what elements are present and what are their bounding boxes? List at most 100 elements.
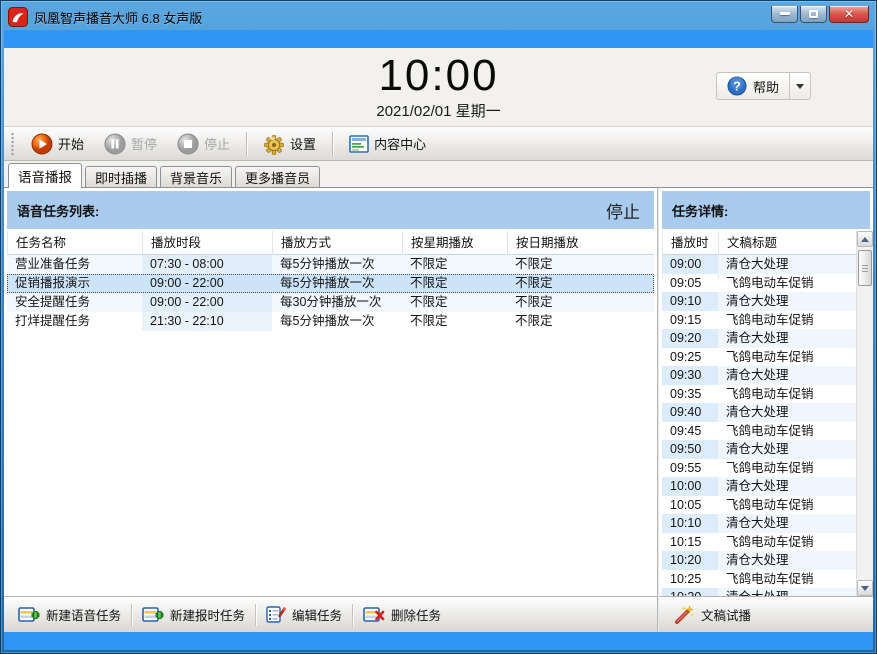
tab[interactable]: 背景音乐 (160, 166, 232, 187)
detail-row[interactable]: 09:05 飞鸽电动车促销 (662, 274, 856, 293)
task-detail-header: 任务详情: (662, 191, 870, 229)
new-time-task-button[interactable]: 新建报时任务 (134, 601, 253, 628)
task-row[interactable]: 营业准备任务 07:30 - 08:00 每5分钟播放一次 不限定 不限定 (7, 255, 654, 274)
detail-title-cell: 清仓大处理 (718, 551, 856, 570)
minimize-button[interactable] (771, 6, 798, 23)
new-voice-task-button[interactable]: 新建语音任务 (10, 601, 129, 628)
list-plus-icon (142, 607, 164, 623)
detail-row[interactable]: 09:30 清仓大处理 (662, 366, 856, 385)
detail-row[interactable]: 10:20 清仓大处理 (662, 551, 856, 570)
task-row[interactable]: 安全提醒任务 09:00 - 22:00 每30分钟播放一次 不限定 不限定 (7, 293, 654, 312)
task-row[interactable]: 打烊提醒任务 21:30 - 22:10 每5分钟播放一次 不限定 不限定 (7, 312, 654, 331)
stop-button[interactable]: 停止 (169, 130, 238, 158)
detail-row[interactable]: 09:25 飞鸽电动车促销 (662, 348, 856, 367)
detail-row[interactable]: 09:50 清仓大处理 (662, 440, 856, 459)
task-row[interactable]: 促销播报演示 09:00 - 22:00 每5分钟播放一次 不限定 不限定 (7, 274, 654, 293)
task-week-cell: 不限定 (402, 255, 507, 274)
detail-time-cell: 10:20 (662, 551, 718, 570)
detail-title-cell: 清仓大处理 (718, 403, 856, 422)
detail-time-cell: 09:40 (662, 403, 718, 422)
svg-text:?: ? (733, 80, 741, 94)
detail-title-cell: 清仓大处理 (718, 366, 856, 385)
task-mode-cell: 每30分钟播放一次 (272, 293, 402, 312)
maximize-icon (809, 10, 818, 18)
column-header[interactable]: 播放时段 (142, 231, 272, 255)
playback-status: 停止 (606, 198, 640, 223)
detail-row[interactable]: 09:10 清仓大处理 (662, 292, 856, 311)
start-label: 开始 (58, 134, 84, 153)
task-table-header: 任务名称播放时段播放方式按星期播放按日期播放 (7, 231, 654, 255)
detail-title-cell: 清仓大处理 (718, 292, 856, 311)
detail-row[interactable]: 10:00 清仓大处理 (662, 477, 856, 496)
column-header[interactable]: 按星期播放 (402, 231, 507, 255)
detail-row[interactable]: 10:05 飞鸽电动车促销 (662, 496, 856, 515)
clock-area: 10:00 2021/02/01 星期一 ? 帮助 (4, 48, 873, 127)
voice-task-panel: 语音任务列表: 停止 任务名称播放时段播放方式按星期播放按日期播放 营业准备任务… (4, 188, 658, 632)
toolbar-gripper[interactable] (10, 132, 15, 156)
column-header[interactable]: 任务名称 (7, 231, 142, 255)
clock-date: 2021/02/01 星期一 (4, 100, 873, 121)
detail-row[interactable]: 09:55 飞鸽电动车促销 (662, 459, 856, 478)
detail-time-cell: 10:10 (662, 514, 718, 533)
screen-document-icon (349, 135, 369, 153)
scroll-down-button[interactable] (857, 580, 873, 596)
detail-row[interactable]: 10:30 清仓大处理 (662, 588, 856, 596)
script-preview-button[interactable]: 文稿试播 (665, 601, 759, 629)
content-center-button[interactable]: 内容中心 (341, 131, 434, 156)
tab[interactable]: 更多播音员 (235, 166, 320, 187)
detail-row[interactable]: 09:00 清仓大处理 (662, 255, 856, 274)
detail-scrollbar[interactable] (856, 231, 873, 596)
detail-time-cell: 10:00 (662, 477, 718, 496)
detail-title-cell: 飞鸽电动车促销 (718, 311, 856, 330)
detail-time-cell: 10:25 (662, 570, 718, 589)
pause-button[interactable]: 暂停 (96, 130, 165, 158)
tab[interactable]: 语音播报 (8, 163, 82, 188)
detail-actions-toolbar: 文稿试播 (659, 596, 873, 632)
scroll-up-button[interactable] (857, 231, 873, 247)
detail-row[interactable]: 09:20 清仓大处理 (662, 329, 856, 348)
detail-row[interactable]: 09:40 清仓大处理 (662, 403, 856, 422)
minimize-icon (780, 12, 790, 15)
delete-task-button[interactable]: 删除任务 (355, 601, 449, 628)
arrow-down-icon (861, 586, 869, 591)
detail-row[interactable]: 09:15 飞鸽电动车促销 (662, 311, 856, 330)
detail-row[interactable]: 09:45 飞鸽电动车促销 (662, 422, 856, 441)
edit-task-label: 编辑任务 (292, 605, 342, 624)
maximize-button[interactable] (800, 6, 827, 23)
task-detail-title: 任务详情: (672, 201, 860, 220)
arrow-up-icon (861, 237, 869, 242)
detail-time-cell: 10:30 (662, 588, 718, 596)
start-button[interactable]: 开始 (23, 130, 92, 158)
task-name-cell: 促销播报演示 (7, 274, 142, 293)
help-dropdown-button[interactable] (789, 72, 811, 100)
edit-task-button[interactable]: 编辑任务 (258, 601, 350, 628)
detail-title-cell: 飞鸽电动车促销 (718, 496, 856, 515)
detail-title-cell: 清仓大处理 (718, 440, 856, 459)
detail-row[interactable]: 10:15 飞鸽电动车促销 (662, 533, 856, 552)
column-header[interactable]: 按日期播放 (507, 231, 654, 255)
titlebar: 凤凰智声播音大师 6.8 女声版 ✕ (4, 4, 873, 30)
help-button[interactable]: ? 帮助 (716, 72, 789, 100)
close-button[interactable]: ✕ (829, 6, 869, 23)
settings-button[interactable]: 设置 (255, 130, 324, 158)
toolbar-separator (332, 132, 333, 156)
column-header[interactable]: 播放方式 (272, 231, 402, 255)
detail-title-cell: 飞鸽电动车促销 (718, 348, 856, 367)
task-period-cell: 21:30 - 22:10 (142, 312, 272, 331)
detail-time-cell: 09:50 (662, 440, 718, 459)
scrollbar-track[interactable] (857, 247, 873, 580)
detail-time-cell: 09:45 (662, 422, 718, 441)
tab[interactable]: 即时插播 (85, 166, 157, 187)
task-week-cell: 不限定 (402, 274, 507, 293)
task-week-cell: 不限定 (402, 293, 507, 312)
detail-row[interactable]: 10:25 飞鸽电动车促销 (662, 570, 856, 589)
detail-row[interactable]: 09:35 飞鸽电动车促销 (662, 385, 856, 404)
tab-label: 即时插播 (95, 168, 147, 187)
scrollbar-thumb[interactable] (858, 250, 872, 286)
detail-row[interactable]: 10:10 清仓大处理 (662, 514, 856, 533)
task-date-cell: 不限定 (507, 312, 654, 331)
task-mode-cell: 每5分钟播放一次 (272, 274, 402, 293)
tab-strip: 语音播报 即时插播 背景音乐 更多播音员 (4, 161, 873, 187)
toolbar-separator (246, 132, 247, 156)
detail-title-cell: 飞鸽电动车促销 (718, 385, 856, 404)
